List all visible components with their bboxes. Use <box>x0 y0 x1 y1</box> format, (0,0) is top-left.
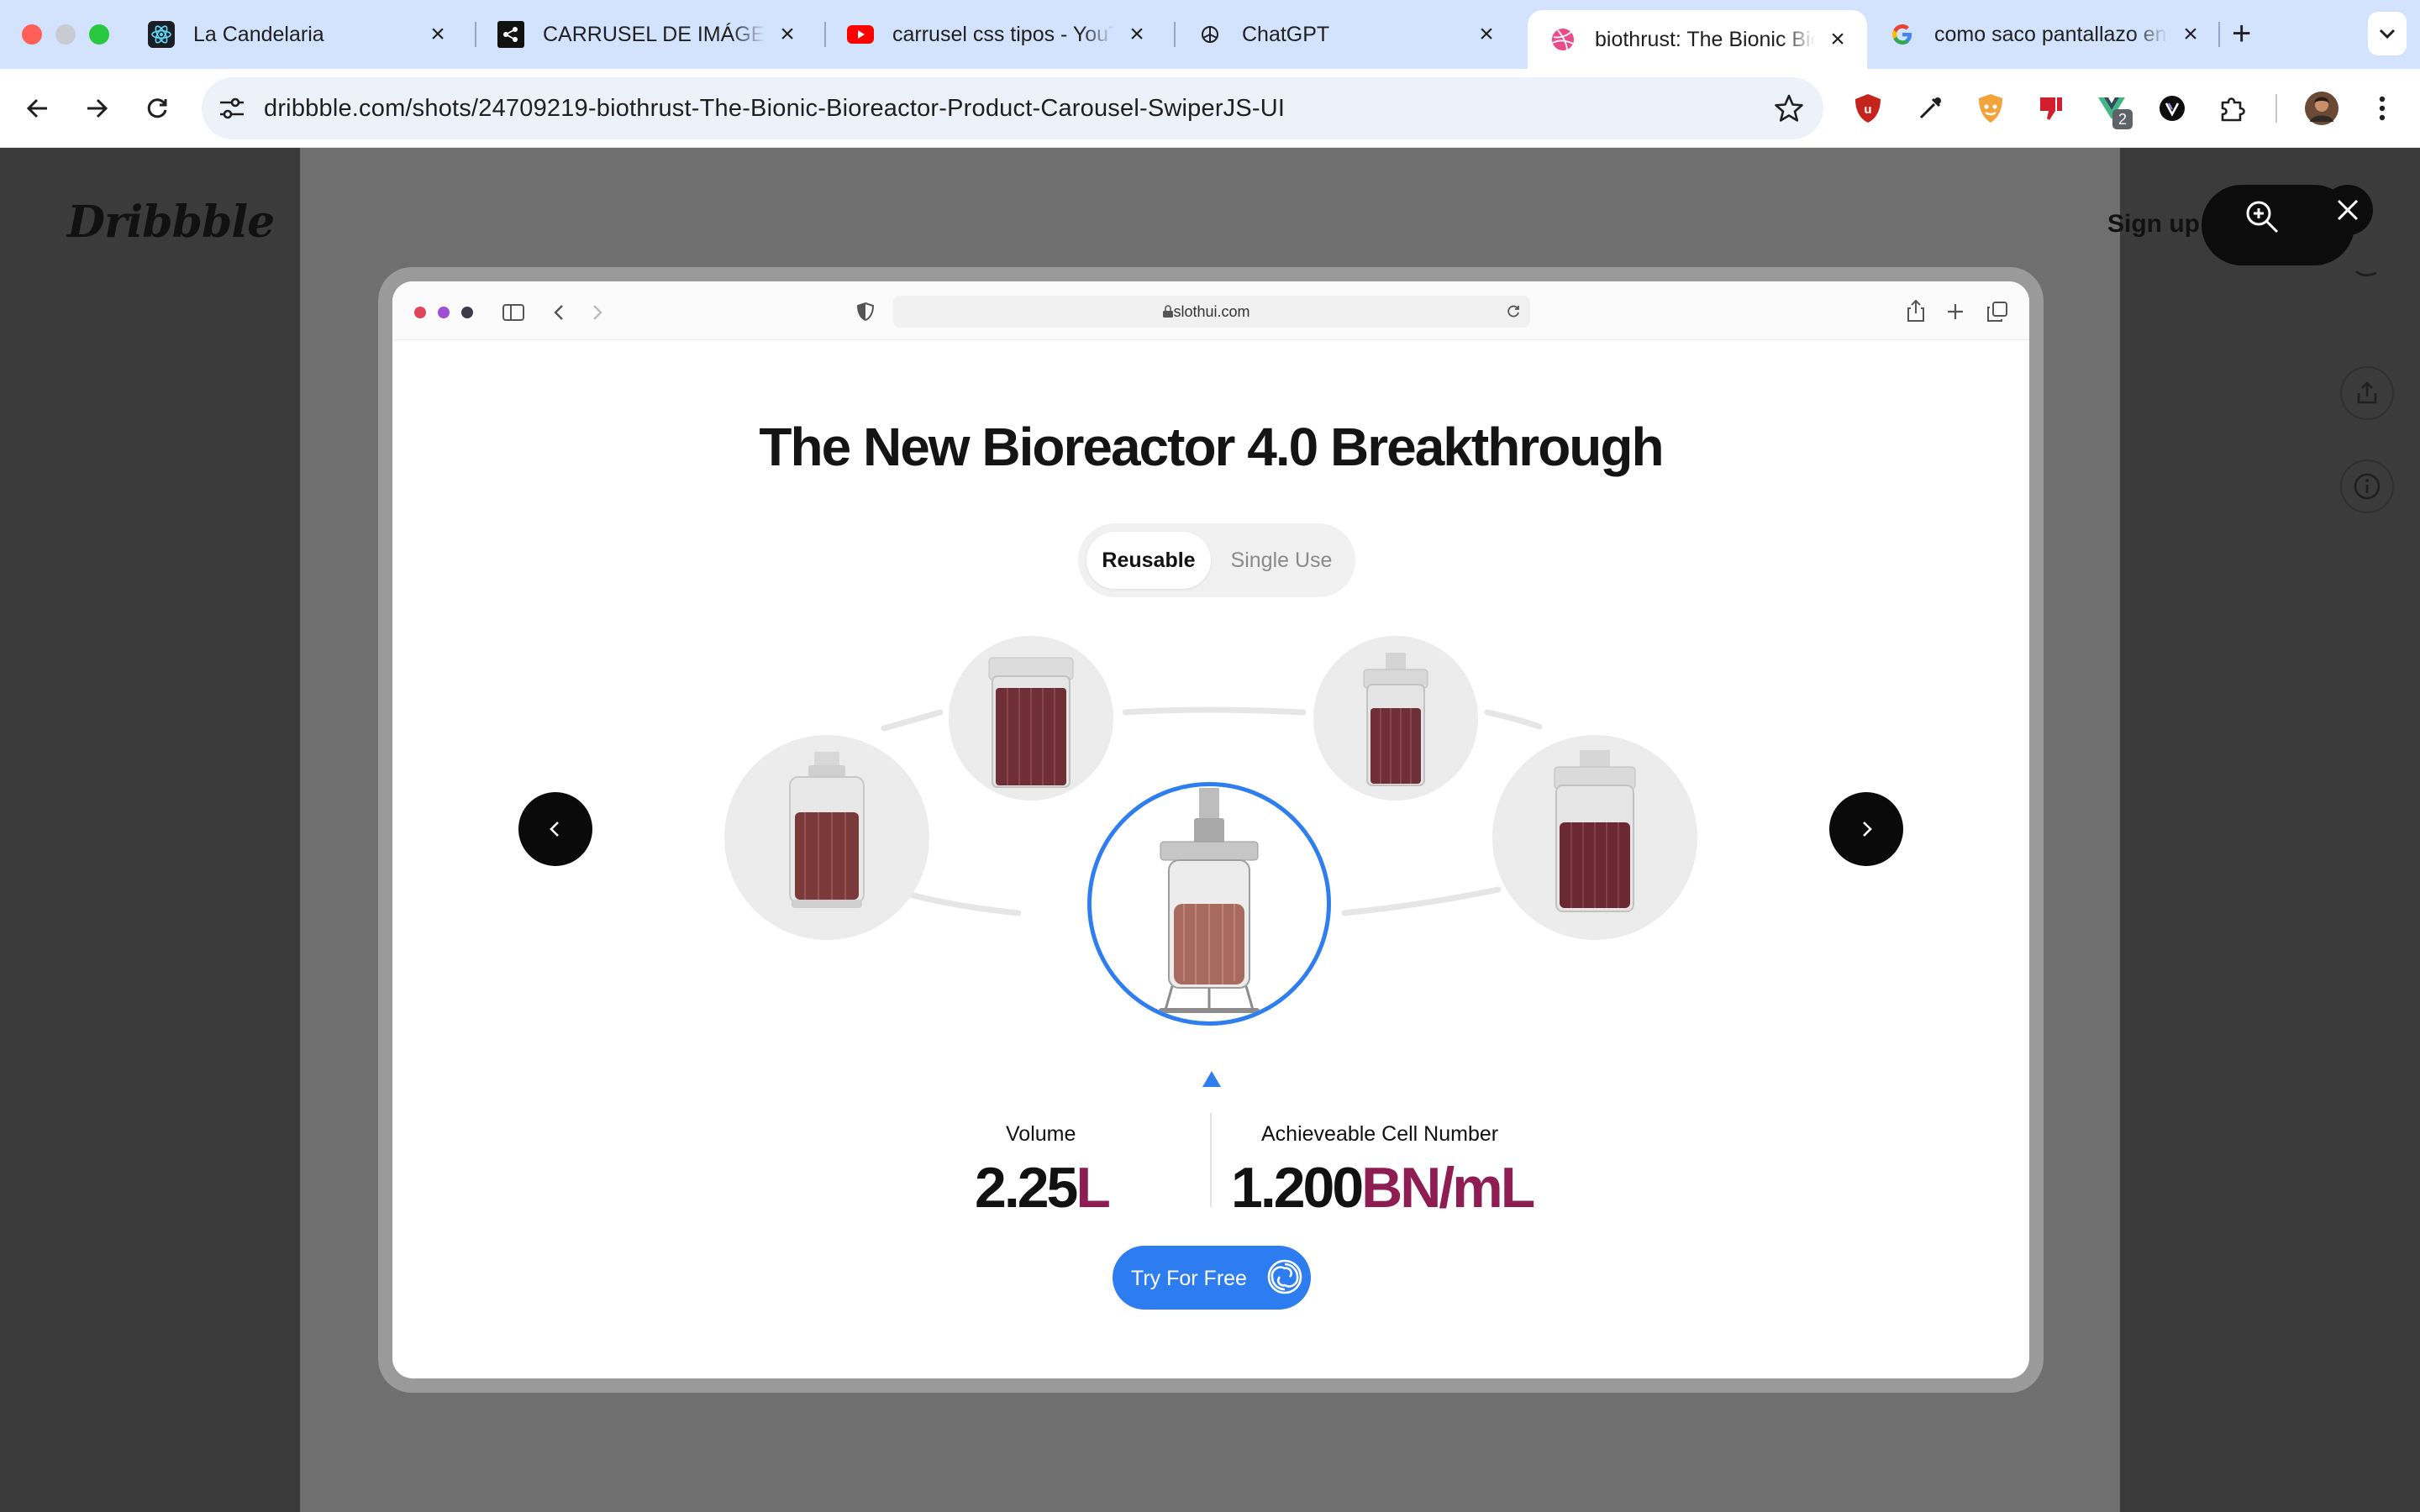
comment-icon[interactable] <box>2340 254 2394 307</box>
volume-unit: L <box>1076 1156 1111 1220</box>
selection-indicator-triangle <box>1202 1071 1221 1087</box>
try-for-free-button[interactable]: Try For Free <box>1113 1246 1311 1310</box>
window-minimize-button[interactable] <box>55 24 76 45</box>
tab-close-icon[interactable]: × <box>775 22 800 47</box>
cell-number-label: Achieveable Cell Number <box>1261 1122 1499 1146</box>
bioreactor-image <box>1159 788 1260 1013</box>
window-close-button[interactable] <box>22 24 42 45</box>
tab-close-icon[interactable]: × <box>425 22 450 47</box>
window-zoom-button[interactable] <box>89 24 109 45</box>
volume-value: 2.25L <box>975 1155 1111 1221</box>
sign-up-link[interactable]: Sign up <box>2107 210 2200 239</box>
shot-screen: slothui.com The New Bioreactor 4.0 Break… <box>392 281 2029 1378</box>
tab-la-candelaria[interactable]: La Candelaria × <box>126 10 467 59</box>
volume-number: 2.25 <box>975 1156 1078 1220</box>
stats-divider <box>1210 1113 1212 1207</box>
tab-title: La Candelaria <box>193 22 324 46</box>
vue-devtools-icon[interactable]: 2 <box>2092 89 2133 129</box>
tab-close-icon[interactable]: × <box>1474 22 1499 47</box>
page-backdrop-right[interactable] <box>2120 148 2420 1512</box>
shield-extension-icon[interactable] <box>1971 89 2010 128</box>
tab-chatgpt[interactable]: ChatGPT × <box>1175 10 1516 59</box>
tab-title: carrusel css tipos - YouTube <box>892 22 1114 46</box>
reload-icon[interactable] <box>134 86 180 131</box>
cell-number-value: 1.200BN/mL <box>1231 1155 1535 1221</box>
carousel-prev-button[interactable] <box>518 792 592 866</box>
carousel-item-1[interactable] <box>724 735 929 940</box>
cta-label: Try For Free <box>1131 1267 1247 1290</box>
ublock-origin-icon[interactable]: u <box>1849 89 1887 128</box>
dribbble-logo[interactable]: Dribbble <box>67 197 275 248</box>
forward-arrow-icon[interactable] <box>74 86 119 131</box>
share-icon[interactable] <box>2340 366 2394 420</box>
thumbs-down-icon[interactable] <box>2032 89 2070 128</box>
tab-search-chevron-icon[interactable] <box>2368 12 2407 55</box>
address-bar[interactable]: dribbble.com/shots/24709219-biothrust-Th… <box>202 77 1823 139</box>
new-tab-plus-icon[interactable]: + <box>2232 15 2251 53</box>
bioreactor-image <box>1363 653 1428 786</box>
zoom-in-icon[interactable] <box>2242 197 2282 237</box>
tab-biothrust-active[interactable]: biothrust: The Bionic Bioreactor × <box>1528 10 1867 69</box>
carousel-item-4[interactable] <box>1313 636 1478 801</box>
tab-close-icon[interactable]: × <box>1825 27 1850 52</box>
chatgpt-icon <box>1197 21 1223 48</box>
extension-badge: 2 <box>2112 109 2133 129</box>
tab-carrusel-imagenes[interactable]: CARRUSEL DE IMÁGENES × <box>476 10 817 59</box>
tab-youtube[interactable]: carrusel css tipos - YouTube × <box>825 10 1166 59</box>
volume-label: Volume <box>1006 1122 1076 1146</box>
tab-title: como saco pantallazo en mac <box>1934 22 2168 46</box>
tab-divider <box>2218 22 2220 47</box>
react-icon <box>148 21 175 48</box>
dribbble-icon <box>1549 26 1576 53</box>
bioreactor-image <box>789 752 865 908</box>
svg-text:u: u <box>1864 102 1871 117</box>
info-icon[interactable] <box>2340 459 2394 513</box>
cell-number-number: 1.200 <box>1231 1156 1364 1220</box>
vercel-extension-icon[interactable] <box>2153 89 2191 128</box>
back-arrow-icon[interactable] <box>15 86 60 131</box>
tab-close-icon[interactable]: × <box>2178 22 2203 47</box>
youtube-icon <box>847 21 874 48</box>
carousel-item-2[interactable] <box>949 636 1113 801</box>
tab-title: biothrust: The Bionic Bioreactor <box>1595 27 1815 51</box>
site-info-tune-icon[interactable] <box>217 93 247 128</box>
bookmark-star-icon[interactable] <box>1773 92 1805 129</box>
profile-avatar[interactable] <box>2302 89 2341 128</box>
tab-close-icon[interactable]: × <box>1124 22 1150 47</box>
page-backdrop-left[interactable] <box>0 148 300 1512</box>
puzzle-extensions-icon[interactable] <box>2213 89 2252 128</box>
browser-toolbar: dribbble.com/shots/24709219-biothrust-Th… <box>0 69 2420 148</box>
carrusel-icon <box>497 21 524 48</box>
url-text: dribbble.com/shots/24709219-biothrust-Th… <box>264 94 1286 122</box>
bioreactor-image <box>988 657 1074 788</box>
carousel-next-button[interactable] <box>1829 792 1903 866</box>
carousel-item-5[interactable] <box>1492 735 1697 940</box>
kebab-menu-icon[interactable] <box>2363 89 2402 128</box>
tab-google[interactable]: como saco pantallazo en mac × <box>1867 10 2220 59</box>
tab-strip: La Candelaria × CARRUSEL DE IMÁGENES × c… <box>0 0 2420 69</box>
dribbble-page: Dribbble Sign up slothui.com The New Bio… <box>0 148 2420 1512</box>
carousel-item-selected[interactable] <box>1087 782 1331 1026</box>
eyedropper-icon[interactable] <box>1911 89 1949 128</box>
google-icon <box>1889 21 1916 48</box>
cell-number-unit: BN/mL <box>1361 1156 1535 1220</box>
swirl-logo-icon <box>1267 1259 1302 1294</box>
bioreactor-image <box>1554 750 1636 912</box>
tab-title: ChatGPT <box>1242 22 1330 46</box>
shot-image-frame: slothui.com The New Bioreactor 4.0 Break… <box>378 267 2044 1393</box>
toolbar-divider <box>2275 94 2277 123</box>
tab-title: CARRUSEL DE IMÁGENES <box>543 22 765 46</box>
close-lightbox-icon[interactable] <box>2323 185 2373 235</box>
